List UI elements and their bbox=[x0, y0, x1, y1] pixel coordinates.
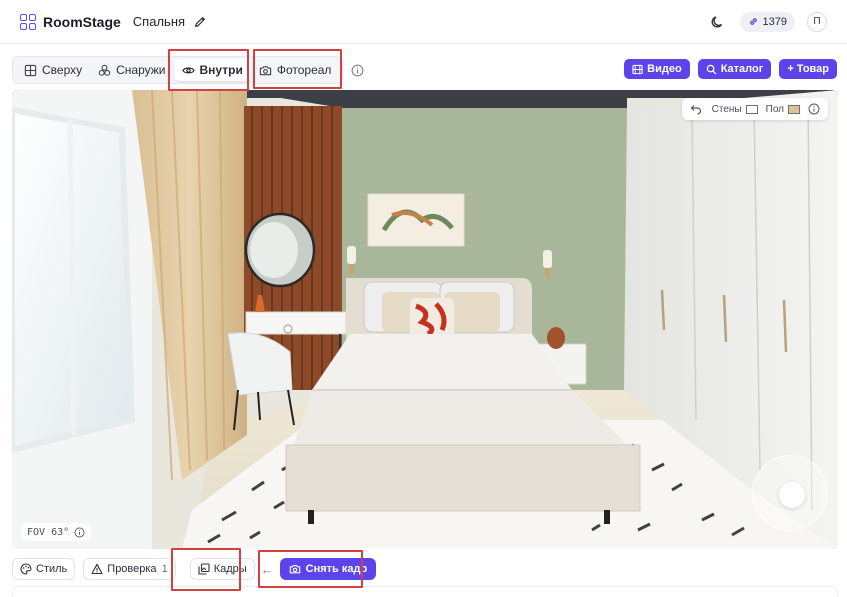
tab-photoreal-view[interactable]: Фотореал bbox=[251, 59, 340, 81]
bedroom-scene bbox=[12, 90, 838, 549]
view-mode-toolbar: Сверху Снаружи Внутри Фотореал bbox=[12, 56, 364, 84]
add-product-label: + Товар bbox=[787, 63, 829, 75]
avatar[interactable]: П bbox=[807, 11, 827, 32]
cubes-icon bbox=[98, 64, 111, 76]
search-icon bbox=[706, 64, 716, 74]
capture-frame-button[interactable]: Снять кадр bbox=[279, 558, 377, 580]
floor-color-swatch[interactable] bbox=[788, 104, 800, 114]
film-icon bbox=[632, 64, 643, 74]
tab-outside-view[interactable]: Снаружи bbox=[90, 59, 173, 81]
tab-label: Внутри bbox=[199, 63, 243, 77]
style-label: Стиль bbox=[36, 563, 68, 575]
credits-badge[interactable]: 1379 bbox=[739, 11, 795, 32]
arrow-left-icon: ← bbox=[260, 561, 274, 577]
check-button[interactable]: Проверка 1 bbox=[83, 558, 176, 580]
fov-indicator[interactable]: FOV 63° bbox=[21, 523, 92, 541]
frames-button[interactable]: Кадры bbox=[189, 558, 255, 580]
fov-text: FOV 63° bbox=[27, 526, 70, 538]
tab-label: Фотореал bbox=[276, 63, 332, 77]
brand-name: RoomStage bbox=[43, 13, 121, 30]
add-product-button[interactable]: + Товар bbox=[779, 59, 837, 79]
tab-inside-view[interactable]: Внутри bbox=[173, 59, 251, 81]
logo-grid-icon bbox=[20, 13, 36, 30]
style-button[interactable]: Стиль bbox=[12, 558, 76, 580]
view-mode-segmented: Сверху Снаружи Внутри Фотореал bbox=[12, 56, 344, 84]
eye-icon bbox=[181, 67, 195, 73]
logo[interactable]: RoomStage bbox=[20, 13, 121, 30]
joystick-knob[interactable] bbox=[779, 482, 805, 508]
floor-label: Пол bbox=[765, 103, 784, 115]
video-button[interactable]: Видео bbox=[624, 59, 690, 79]
check-count: 1 bbox=[161, 563, 168, 575]
warning-icon bbox=[91, 563, 103, 575]
check-label: Проверка bbox=[107, 563, 157, 575]
credits-count: 1379 bbox=[762, 15, 787, 28]
header: RoomStage Спальня 1379 П bbox=[0, 0, 847, 44]
frames-label: Кадры bbox=[213, 563, 247, 575]
top-actions: Видео Каталог + Товар bbox=[616, 59, 837, 79]
room-name: Спальня bbox=[132, 14, 186, 29]
movement-joystick[interactable] bbox=[752, 455, 828, 531]
bottom-panel-edge bbox=[12, 586, 838, 597]
wall-floor-controls: Стены Пол bbox=[681, 98, 828, 120]
catalog-label: Каталог bbox=[720, 63, 764, 75]
grid-icon bbox=[24, 64, 37, 76]
info-icon[interactable] bbox=[808, 103, 820, 115]
bottom-toolbar: Стиль Проверка 1 Кадры ← Снять кадр bbox=[12, 557, 377, 581]
gallery-icon bbox=[198, 563, 210, 575]
camera-icon bbox=[289, 565, 300, 574]
video-label: Видео bbox=[647, 63, 682, 75]
palette-icon bbox=[20, 563, 32, 575]
3d-viewport[interactable]: Стены Пол FOV 63° bbox=[12, 90, 838, 549]
info-icon bbox=[74, 527, 85, 537]
link-icon bbox=[749, 18, 757, 25]
walls-color-swatch[interactable] bbox=[745, 104, 758, 114]
catalog-button[interactable]: Каталог bbox=[697, 59, 772, 79]
moon-icon[interactable] bbox=[710, 14, 726, 30]
walls-label: Стены bbox=[711, 103, 742, 115]
capture-label: Снять кадр bbox=[305, 563, 368, 575]
app-root: RoomStage Спальня 1379 П Сверху Снаружи bbox=[0, 0, 847, 597]
info-icon[interactable] bbox=[351, 64, 364, 77]
pencil-icon[interactable] bbox=[193, 15, 207, 29]
tab-label: Сверху bbox=[42, 63, 83, 77]
tab-top-view[interactable]: Сверху bbox=[16, 59, 90, 81]
camera-icon bbox=[259, 65, 271, 75]
tab-label: Снаружи bbox=[116, 63, 166, 77]
undo-icon[interactable] bbox=[690, 103, 702, 115]
